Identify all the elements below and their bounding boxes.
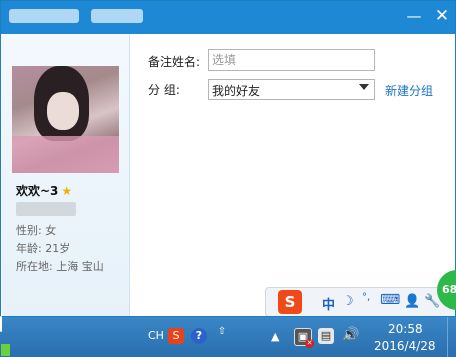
avatar-face <box>47 92 79 130</box>
sogou-logo-icon[interactable]: S <box>278 290 302 314</box>
speaker-icon[interactable]: 🔊 <box>342 327 359 343</box>
monitor-icon[interactable]: ▤ <box>318 328 334 344</box>
location-info: 所在地: 上海 宝山 <box>16 260 104 273</box>
nickname-row: 欢欢~3 ★ <box>16 182 72 199</box>
profile-panel: 欢欢~3 ★ 性别: 女 年龄: 21岁 所在地: 上海 宝山 <box>2 34 130 316</box>
avatar[interactable] <box>12 66 119 173</box>
close-icon[interactable]: ✕ <box>433 7 451 25</box>
keyboard-icon[interactable]: ⌨ <box>380 292 400 308</box>
blurred-title-text <box>9 9 79 23</box>
remark-label: 备注姓名: <box>148 55 201 69</box>
group-select-value: 我的好友 <box>212 84 261 98</box>
chevron-down-icon[interactable] <box>359 84 369 90</box>
battery-icon[interactable] <box>0 316 10 356</box>
group-select[interactable]: 我的好友 <box>208 79 375 100</box>
moon-icon[interactable]: ☽ <box>342 294 354 309</box>
new-group-link[interactable]: 新建分组 <box>385 82 433 99</box>
ime-toolbar[interactable]: S 中 ☽ °, ⌨ 👤 🔧 <box>265 287 455 316</box>
avatar-pillow <box>12 136 119 173</box>
network-icon[interactable]: ▣ ✕ <box>294 328 314 348</box>
minimize-icon[interactable]: — <box>405 7 423 25</box>
titlebar[interactable]: — ✕ <box>1 1 455 34</box>
add-friend-window: — ✕ 欢欢~3 ★ 性别: 女 年龄: 21岁 所在地: 上海 宝山 备注姓名:… <box>0 0 456 317</box>
blurred-account-id <box>16 202 76 216</box>
language-indicator[interactable]: CH <box>148 329 164 342</box>
chevron-up-icon[interactable]: ▲ <box>271 330 279 343</box>
chinese-mode-toggle[interactable]: 中 <box>322 294 335 313</box>
punctuation-icon[interactable]: °, <box>362 292 370 303</box>
show-desktop-button[interactable] <box>447 317 456 357</box>
clock-date[interactable]: 2016/4/28 <box>374 339 436 353</box>
gender-info: 性别: 女 <box>16 224 57 237</box>
blurred-title-text-2 <box>91 9 143 23</box>
sogou-tray-icon[interactable]: S <box>168 328 184 344</box>
battery-fill <box>1 344 10 356</box>
clock-time[interactable]: 20:58 <box>388 322 423 336</box>
star-icon: ★ <box>61 184 73 198</box>
network-error-icon: ✕ <box>305 339 314 348</box>
pin-icon[interactable]: ⇧ <box>214 327 230 343</box>
group-label: 分 组: <box>148 83 180 97</box>
remark-input[interactable] <box>208 49 375 71</box>
help-icon[interactable]: ? <box>191 328 207 344</box>
user-icon[interactable]: 👤 <box>404 294 420 309</box>
nickname: 欢欢~3 <box>16 184 59 198</box>
taskbar: CH S ? ⇧ ▲ ▣ ✕ ▤ 🔊 20:58 2016/4/28 <box>0 316 456 357</box>
age-info: 年龄: 21岁 <box>16 242 71 255</box>
